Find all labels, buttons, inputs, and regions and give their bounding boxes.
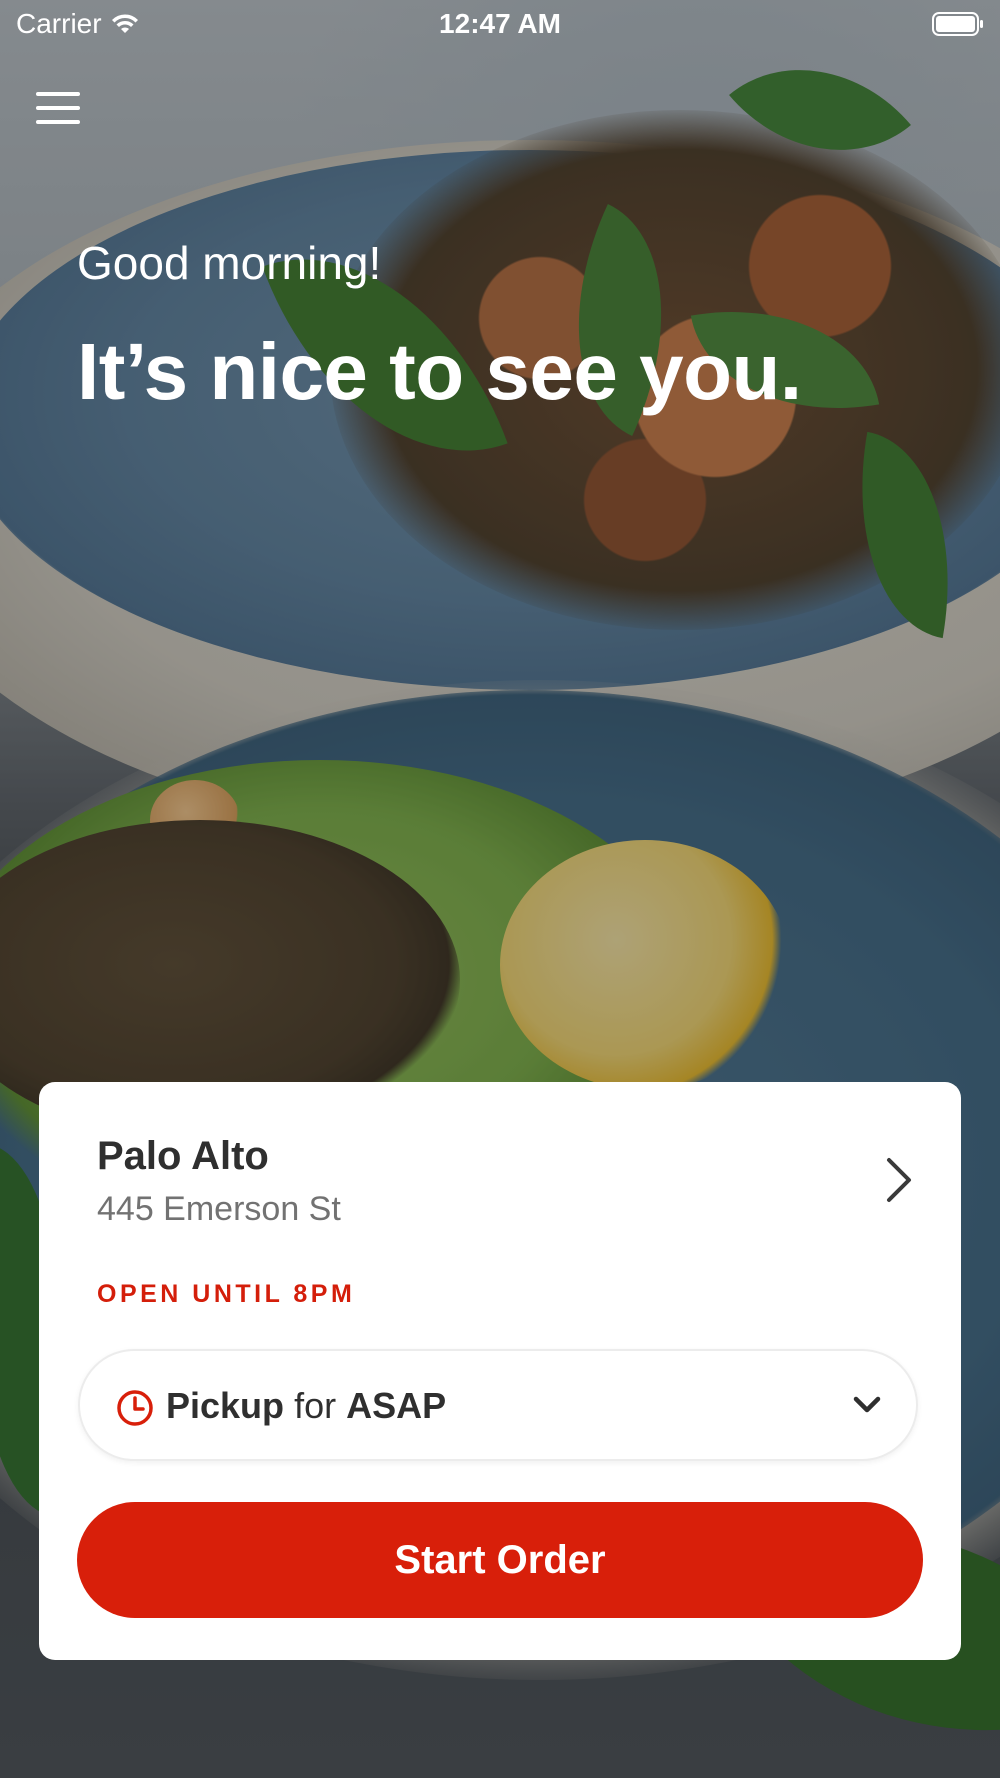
chevron-down-icon xyxy=(853,1396,881,1413)
start-order-button[interactable]: Start Order xyxy=(77,1502,923,1618)
location-address: 445 Emerson St xyxy=(97,1190,341,1228)
location-name: Palo Alto xyxy=(97,1134,269,1178)
status-time: 12:47 AM xyxy=(439,8,561,39)
order-card: Palo Alto 445 Emerson St OPEN UNTIL 8PM … xyxy=(39,1082,961,1660)
location-selector[interactable]: Palo Alto 445 Emerson St xyxy=(97,1134,917,1254)
order-mode-time: ASAP xyxy=(346,1385,447,1426)
battery-icon xyxy=(932,12,983,36)
order-mode-dropdown[interactable]: Pickup for ASAP xyxy=(78,1349,918,1461)
status-bar: Carrier 12:47 AM xyxy=(0,0,1000,50)
clock-icon xyxy=(117,1390,153,1426)
home-screen: Carrier 12:47 AM Good morning! It’s nice… xyxy=(0,0,1000,1778)
order-mode-connector: for xyxy=(294,1385,337,1426)
chevron-right-icon xyxy=(887,1158,911,1202)
order-mode-type: Pickup xyxy=(166,1385,285,1426)
greeting-text: Good morning! xyxy=(77,237,382,289)
order-mode-text: Pickup for ASAP xyxy=(166,1385,446,1427)
hamburger-menu-icon[interactable] xyxy=(36,92,80,132)
open-status-label: OPEN UNTIL 8PM xyxy=(97,1280,356,1308)
headline-text: It’s nice to see you. xyxy=(77,327,802,416)
